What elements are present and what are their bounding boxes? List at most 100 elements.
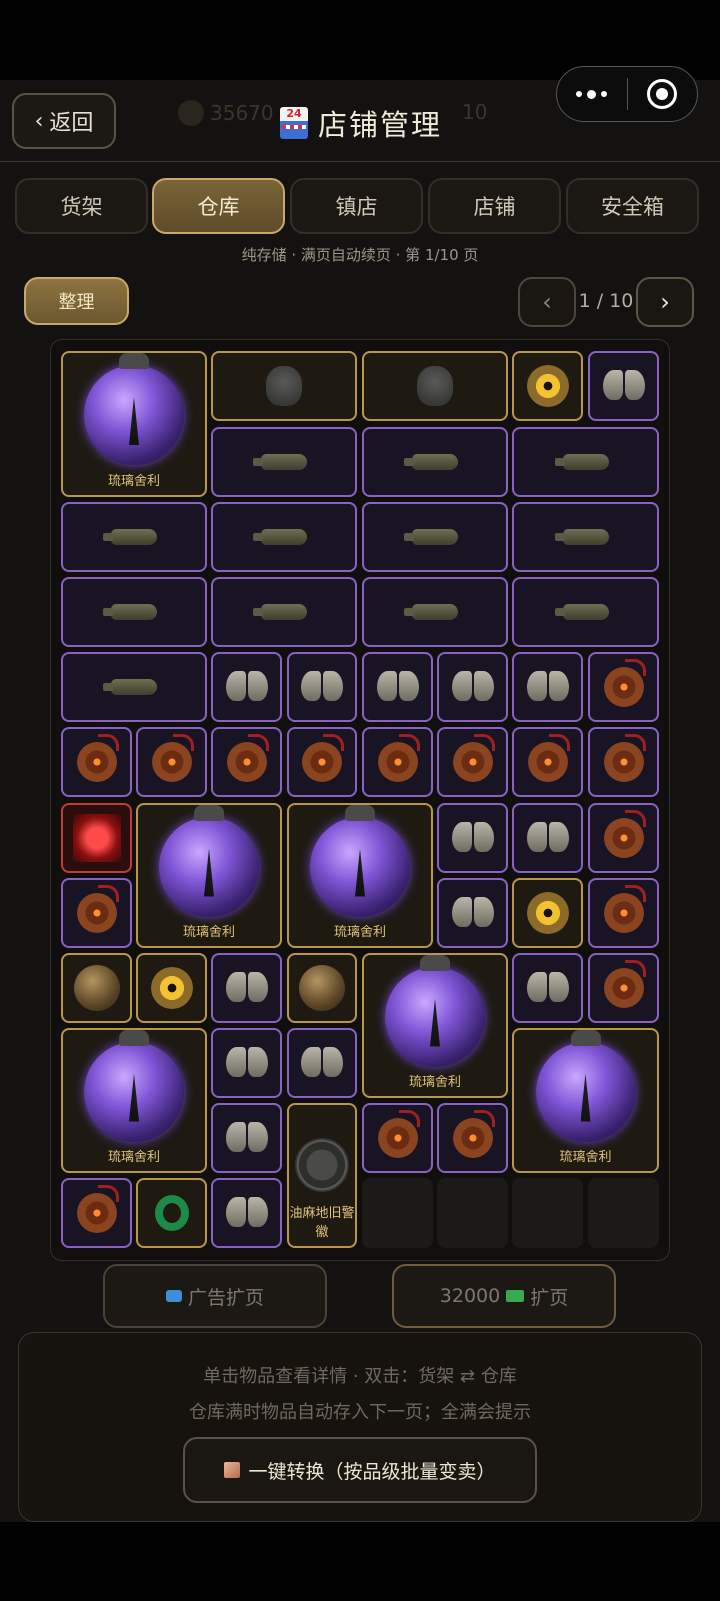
item-wood-bead[interactable] (362, 1103, 433, 1173)
wood-bead-icon (452, 1110, 495, 1158)
item-bottle[interactable] (211, 502, 357, 572)
item-butterfly[interactable] (287, 652, 357, 722)
item-butterfly[interactable] (211, 652, 282, 722)
item-glass-relic[interactable]: 琉璃舍利 (362, 953, 508, 1098)
bottle-icon (554, 604, 609, 620)
item-wood-bead[interactable] (588, 803, 659, 873)
item-wood-bead[interactable] (588, 727, 659, 797)
wood-bead-icon (603, 885, 646, 933)
item-police-badge[interactable]: 油麻地旧警徽 (287, 1103, 357, 1248)
item-mask[interactable] (211, 351, 357, 421)
item-bronze-sphere[interactable] (61, 953, 132, 1023)
item-butterfly[interactable] (437, 652, 508, 722)
convenience-store-icon: 24 (280, 107, 308, 139)
item-bottle[interactable] (512, 427, 659, 497)
item-butterfly[interactable] (512, 803, 583, 873)
empty-slot[interactable] (588, 1178, 659, 1248)
item-butterfly[interactable] (588, 351, 659, 421)
item-butterfly[interactable] (512, 953, 583, 1023)
bottle-icon (253, 454, 307, 470)
tab-shelf[interactable]: 货架 (15, 178, 148, 234)
tab-store[interactable]: 店铺 (428, 178, 561, 234)
ad-expand-button[interactable]: 广告扩页 (103, 1264, 327, 1328)
tab-safe-box[interactable]: 安全箱 (566, 178, 699, 234)
item-butterfly[interactable] (362, 652, 433, 722)
item-bottle[interactable] (362, 502, 508, 572)
item-label: 琉璃舍利 (182, 925, 235, 940)
item-wood-bead[interactable] (287, 727, 357, 797)
bottle-icon (103, 679, 157, 695)
butterfly-icon (299, 667, 345, 707)
ghost-coins-text: 35670 (210, 101, 274, 125)
bottle-icon (103, 604, 157, 620)
item-butterfly[interactable] (287, 1028, 357, 1098)
wood-bead-icon (76, 885, 119, 933)
back-button[interactable]: ‹ 返回 (12, 93, 116, 149)
item-glass-relic[interactable]: 琉璃舍利 (136, 803, 282, 948)
item-bottle[interactable] (61, 577, 207, 647)
tab-showcase[interactable]: 镇店 (290, 178, 423, 234)
bulk-convert-button[interactable]: 一键转换（按品级批量变卖） (183, 1437, 537, 1503)
coin-icon (178, 100, 204, 126)
item-wood-bead[interactable] (437, 727, 508, 797)
miniprogram-capsule (556, 66, 698, 122)
cash-expand-button[interactable]: 32000 扩页 (392, 1264, 616, 1328)
item-wood-bead[interactable] (437, 1103, 508, 1173)
sort-button[interactable]: 整理 (24, 277, 129, 325)
item-eye-stone[interactable] (512, 878, 583, 948)
butterfly-icon (224, 1193, 270, 1233)
item-wood-bead[interactable] (512, 727, 583, 797)
item-butterfly[interactable] (211, 1028, 282, 1098)
item-bottle[interactable] (211, 427, 357, 497)
item-bottle[interactable] (512, 502, 659, 572)
item-mask[interactable] (362, 351, 508, 421)
page-title-group: 24 店铺管理 (280, 102, 442, 144)
item-bottle[interactable] (61, 652, 207, 722)
item-wood-bead[interactable] (61, 878, 132, 948)
item-wood-bead[interactable] (362, 727, 433, 797)
more-icon[interactable] (557, 66, 627, 122)
item-label: 琉璃舍利 (408, 1075, 461, 1090)
prev-page-button[interactable]: ‹ (518, 277, 576, 327)
item-bottle[interactable] (211, 577, 357, 647)
item-wood-bead[interactable] (588, 878, 659, 948)
item-wood-bead[interactable] (211, 727, 282, 797)
item-butterfly[interactable] (512, 652, 583, 722)
tab-warehouse[interactable]: 仓库 (152, 178, 285, 234)
item-glass-relic[interactable]: 琉璃舍利 (512, 1028, 659, 1173)
item-wood-bead[interactable] (61, 1178, 132, 1248)
item-jade-ring[interactable] (136, 1178, 207, 1248)
bottle-icon (103, 529, 157, 545)
item-wood-bead[interactable] (61, 727, 132, 797)
item-glass-relic[interactable]: 琉璃舍利 (287, 803, 433, 948)
item-butterfly[interactable] (211, 1178, 282, 1248)
butterfly-icon (224, 968, 270, 1008)
bottom-bar (0, 1522, 720, 1601)
wood-bead-icon (527, 734, 570, 782)
item-bottle[interactable] (61, 502, 207, 572)
item-butterfly[interactable] (211, 1103, 282, 1173)
item-bottle[interactable] (362, 427, 508, 497)
bottle-icon (404, 604, 458, 620)
item-glass-relic[interactable]: 琉璃舍利 (61, 1028, 207, 1173)
item-wood-bead[interactable] (588, 652, 659, 722)
item-wood-bead[interactable] (588, 953, 659, 1023)
item-wood-bead[interactable] (136, 727, 207, 797)
next-page-button[interactable]: › (636, 277, 694, 327)
item-bronze-sphere[interactable] (287, 953, 357, 1023)
item-butterfly[interactable] (211, 953, 282, 1023)
item-bottle[interactable] (512, 577, 659, 647)
item-bottle[interactable] (362, 577, 508, 647)
item-butterfly[interactable] (437, 878, 508, 948)
wood-bead-icon (377, 734, 420, 782)
item-eye-stone[interactable] (512, 351, 583, 421)
cash-icon (506, 1290, 525, 1302)
item-red-gem[interactable] (61, 803, 132, 873)
empty-slot[interactable] (437, 1178, 508, 1248)
item-eye-stone[interactable] (136, 953, 207, 1023)
empty-slot[interactable] (512, 1178, 583, 1248)
item-butterfly[interactable] (437, 803, 508, 873)
empty-slot[interactable] (362, 1178, 433, 1248)
item-glass-relic[interactable]: 琉璃舍利 (61, 351, 207, 497)
close-icon[interactable] (628, 66, 698, 122)
